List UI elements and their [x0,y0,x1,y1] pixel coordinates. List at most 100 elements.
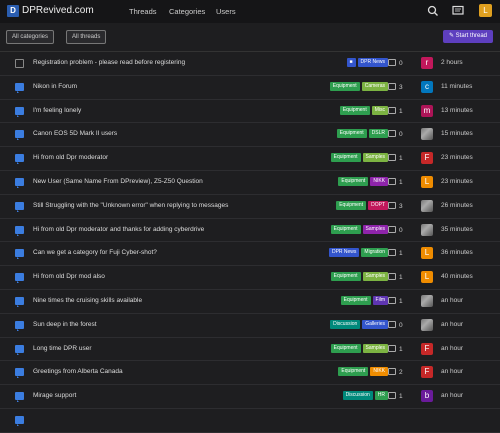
thread-title[interactable]: Hi from old Dpr moderator and thanks for… [33,226,204,233]
category-tag[interactable]: Equipment [330,153,361,163]
poster-avatar[interactable] [421,199,433,212]
thread-row[interactable]: Can we get a category for Fuji Cyber-sho… [0,242,500,267]
start-thread-button[interactable]: ✎ Start thread [443,30,493,43]
reply-count: 0 [388,130,403,138]
thread-title[interactable]: Can we get a category for Fuji Cyber-sho… [33,249,157,256]
thread-title[interactable]: Canon EOS 5D Mark II users [33,130,117,137]
category-tag[interactable]: Equipment [329,81,360,91]
thread-row[interactable]: Sun deep in the forest Discussion Gallerie… [0,314,500,338]
category-tag[interactable]: HR [374,391,388,401]
last-activity-time: 36 minutes [441,249,473,257]
nav-categories[interactable]: Categories [169,7,205,16]
thread-title[interactable]: Hi from old Dpr mod also [33,273,105,280]
thread-row[interactable]: Long time DPR user Equipment Samples 1 Fan h… [0,338,500,362]
category-tag[interactable]: Discussion [342,391,373,401]
thread-title[interactable]: New User (Same Name From DPreview), Z5-Z… [33,178,203,185]
reply-icon [388,154,396,162]
category-tag[interactable]: DOPT [368,200,388,210]
category-tag[interactable]: Equipment [330,343,361,353]
thread-row[interactable]: Still Struggling with the "Unknown error… [0,195,500,219]
category-tag[interactable]: Samples [362,224,388,234]
category-tag[interactable]: Equipment [336,200,367,210]
poster-avatar[interactable]: m [421,104,433,117]
site-title[interactable]: DPRevived.com [22,5,94,16]
category-tag[interactable]: Samples [362,343,388,353]
poster-avatar[interactable]: L [421,247,433,260]
poster-avatar[interactable]: F [421,366,433,379]
last-activity-time: 2 hours [441,59,463,66]
top-bar: D DPRevived.com Threads Categories Users… [0,0,500,23]
last-activity-time: 11 minutes [441,82,473,90]
thread-row[interactable]: Hi from old Dpr moderator Equipment Sample… [0,147,500,171]
poster-avatar[interactable] [421,128,433,141]
chat-bubble-icon [15,320,24,331]
nav-threads[interactable]: Threads [129,7,157,16]
thread-title[interactable]: Nine times the cruising skills available [33,297,142,304]
category-tag[interactable]: NIKK [370,367,388,377]
category-tag[interactable]: Discussion [330,319,361,329]
category-tag[interactable]: Misc [371,105,388,115]
thread-row[interactable]: Hi from old Dpr mod also Equipment Samples… [0,266,500,290]
thread-tags: ■ DPR News [346,58,388,68]
reply-icon [388,177,396,185]
start-thread-label: Start thread [455,33,488,39]
poster-avatar[interactable]: F [421,342,433,355]
thread-row[interactable]: Nikon in Forum Equipment Cameras 3 c 11 minut… [0,76,500,100]
category-tag[interactable]: ■ [346,58,356,67]
thread-row[interactable]: I'm feeling lonely Equipment Misc 1 m 13 minu… [0,100,500,124]
category-tag[interactable]: DSLR [368,129,388,139]
category-tag[interactable]: Equipment [340,295,371,305]
poster-avatar[interactable] [421,318,433,331]
category-tag[interactable]: Cameras [361,81,388,91]
category-tag[interactable]: Film [372,295,388,305]
thread-title[interactable]: Sun deep in the forest [33,321,97,328]
all-categories-dropdown[interactable]: All categories [6,30,55,44]
poster-avatar[interactable]: b [421,390,433,403]
thread-row[interactable]: Registration problem - please read befor… [0,52,500,76]
thread-row[interactable] [0,409,500,433]
category-tag[interactable]: Equipment [330,272,361,282]
category-tag[interactable]: NIKK [370,176,388,186]
poster-avatar[interactable]: r [421,57,433,69]
category-tag[interactable]: Equipment [338,176,369,186]
thread-title[interactable]: Long time DPR user [33,345,92,352]
thread-title[interactable]: Greetings from Alberta Canada [33,368,123,375]
thread-title[interactable]: Hi from old Dpr moderator [33,154,108,161]
poster-avatar[interactable]: L [421,175,433,188]
nav-users[interactable]: Users [216,7,236,16]
thread-title[interactable]: I'm feeling lonely [33,107,81,114]
user-avatar[interactable]: L [479,4,492,17]
thread-row[interactable]: Canon EOS 5D Mark II users Equipment DSLR 0… [0,123,500,148]
all-threads-dropdown[interactable]: All threads [66,30,107,44]
thread-row[interactable]: Greetings from Alberta Canada Equipment NI… [0,361,500,386]
thread-title[interactable]: Mirage support [33,392,76,399]
messages-icon[interactable] [451,4,465,18]
category-tag[interactable]: Samples [362,153,388,163]
chat-bubble-icon [15,106,24,117]
poster-avatar[interactable] [421,223,433,236]
thread-title[interactable]: Nikon in Forum [33,83,77,90]
category-tag[interactable]: Samples [362,272,388,282]
poster-avatar[interactable]: c [421,80,433,93]
category-tag[interactable]: Equipment [339,105,370,115]
category-tag[interactable]: Migration [361,248,388,258]
search-icon[interactable] [426,4,440,18]
thread-row[interactable]: Mirage support Discussion HR 1 b an hour [0,385,500,409]
poster-avatar[interactable] [421,294,433,307]
category-tag[interactable]: Galleries [362,319,388,329]
thread-row[interactable]: Nine times the cruising skills available… [0,290,500,314]
poster-avatar[interactable]: L [421,271,433,284]
category-tag[interactable]: DPR News [357,58,388,67]
category-tag[interactable]: Equipment [338,367,369,377]
thread-row[interactable]: Hi from old Dpr moderator and thanks for… [0,219,500,243]
reply-count-value: 1 [399,393,403,401]
category-tag[interactable]: Equipment [336,129,367,139]
thread-title[interactable]: Still Struggling with the "Unknown error… [33,202,228,209]
category-tag[interactable]: Equipment [330,224,361,234]
thread-row[interactable]: New User (Same Name From DPreview), Z5-Z… [0,171,500,195]
site-logo[interactable]: D [7,5,19,17]
thread-title[interactable]: Registration problem - please read befor… [33,59,185,66]
category-tag[interactable]: DPR News [328,248,360,258]
reply-count-value: 3 [399,83,403,91]
poster-avatar[interactable]: F [421,152,433,165]
